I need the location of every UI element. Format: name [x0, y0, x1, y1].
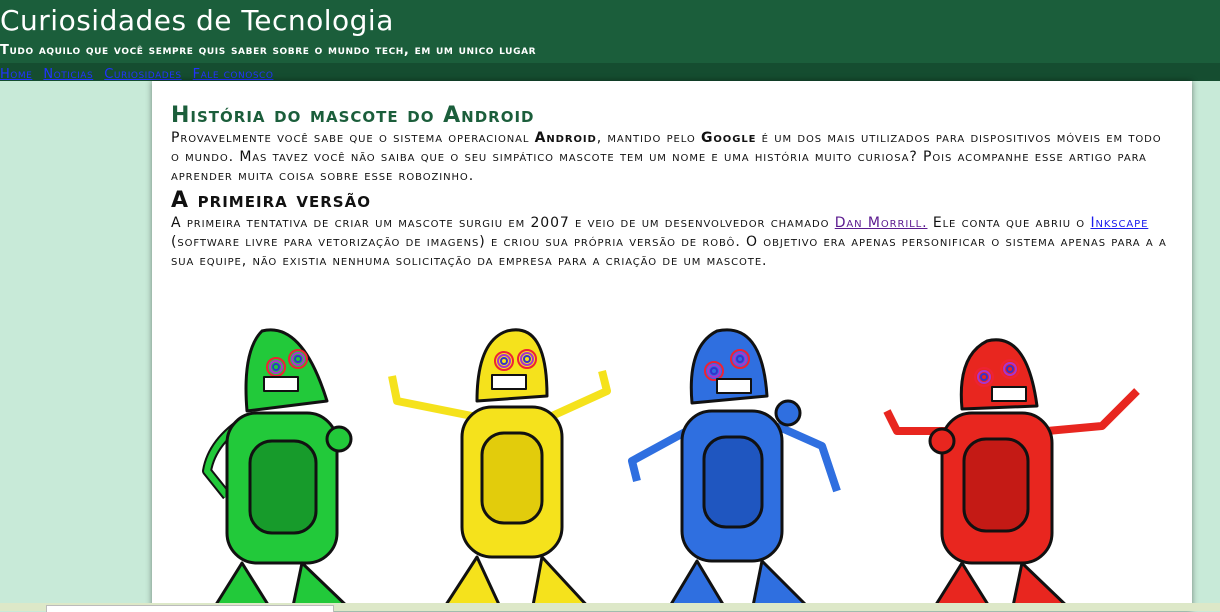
robots-illustration [202, 328, 1140, 611]
intro-text: Provavelmente você sabe que o sistema op… [171, 130, 535, 146]
nav-link-noticias[interactable]: Noticias [43, 67, 93, 82]
main-nav: Home Noticias Curiosidades Fale conosco [0, 63, 1220, 82]
site-tagline: Tudo aquilo que você sempre quis saber s… [0, 43, 537, 58]
google-bold: Google [701, 130, 757, 146]
section-title: A primeira versão [171, 188, 371, 213]
dan-morrill-link[interactable]: Dan Morrill. [835, 215, 928, 231]
nav-link-curiosidades[interactable]: Curiosidades [104, 67, 181, 82]
green-robot [202, 328, 354, 611]
red-robot [883, 338, 1140, 611]
section-text: Ele conta que abriu o [927, 215, 1091, 231]
android-bold: Android [534, 130, 597, 146]
article-intro: Provavelmente você sabe que o sistema op… [171, 129, 1173, 186]
nav-link-home[interactable]: Home [0, 67, 32, 82]
section-paragraph: A primeira tentativa de criar um mascote… [171, 214, 1173, 271]
yellow-robot [388, 328, 611, 611]
site-header: Curiosidades de Tecnologia Tudo aquilo q… [0, 0, 1220, 63]
site-title: Curiosidades de Tecnologia [0, 4, 394, 37]
nav-link-fale-conosco[interactable]: Fale conosco [193, 67, 274, 82]
article-content: História do mascote do Android Provavelm… [171, 103, 1173, 271]
section-text: A primeira tentativa de criar um mascote… [171, 215, 835, 231]
article-card: História do mascote do Android Provavelm… [152, 81, 1192, 611]
section-text: (software livre para vetorização de imag… [171, 234, 1167, 269]
blue-robot [628, 328, 841, 611]
article-title: História do mascote do Android [171, 103, 535, 128]
intro-text: , mantido pelo [596, 130, 702, 146]
inkscape-link[interactable]: Inkscape [1090, 215, 1148, 231]
